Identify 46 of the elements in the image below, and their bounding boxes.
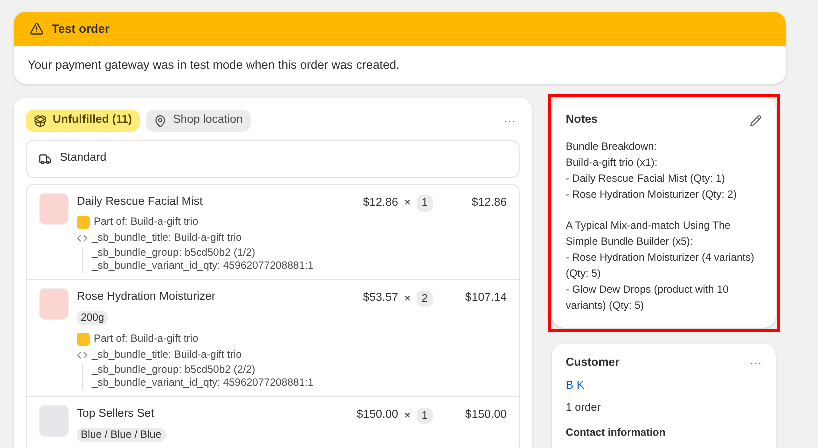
line-total: $12.86 [470, 196, 507, 211]
line-total: $150.00 [464, 408, 507, 424]
variant-badge: 200g [77, 311, 108, 326]
property-line: _sb_bundle_title: Build-a-gift trio [92, 349, 242, 362]
product-name[interactable]: Rose Hydration Moisturizer [77, 290, 313, 306]
property-line: _sb_bundle_group: b5cd50b2 (2/2) [92, 364, 256, 378]
banner-title: Test order [52, 21, 110, 38]
code-icon [77, 350, 88, 362]
status-badge: Unfulfilled (11) [26, 110, 140, 132]
edit-icon[interactable] [750, 114, 762, 127]
package-icon [34, 114, 47, 128]
bundle-parent: Part of: Build-a-gift trio [94, 333, 198, 346]
unit-price: $12.86 [363, 196, 398, 211]
times-sign: × [404, 196, 411, 212]
notes-text: Bundle Breakdown: Build-a-gift trio (x1): - Daily Rescue Facial Mist (Qty: 1) - Rose Hydration Moisturizer (Qty: 2) [566, 140, 738, 204]
truck-icon [39, 152, 52, 166]
quantity-badge: 1 [416, 195, 433, 212]
location-pin-icon [154, 114, 168, 128]
contact-section-title: Contact information [566, 426, 667, 441]
property-line: _sb_bundle_variant_id_qty: 45962077208881:1 [92, 377, 315, 390]
notes-text: A Typical Mix-and-match Using The Simple Bundle Builder (x5): - Rose Hydration Moisturizer (4 variants) (Qty: 5) - Glow Dew Drops (product with 10 variants) (Qty: 5) [566, 219, 756, 314]
more-actions-button[interactable]: ··· [750, 354, 762, 372]
bundle-parent: Part of: Build-a-gift trio [94, 216, 198, 230]
times-sign: × [404, 408, 411, 424]
times-sign: × [404, 292, 411, 307]
quantity-badge: 2 [416, 290, 433, 308]
quantity-badge: 1 [416, 408, 433, 424]
customer-name-link[interactable]: B K [566, 378, 762, 396]
unit-price: $150.00 [356, 408, 398, 424]
order-count: 1 order [566, 400, 602, 416]
variant-badge: Blue / Blue / Blue [77, 428, 166, 442]
property-line: _sb_bundle_group: b5cd50b2 (1/2) [92, 247, 256, 260]
product-name[interactable]: Top Sellers Set [77, 407, 313, 422]
location-badge: Shop location [146, 110, 251, 132]
customer-title: Customer [566, 356, 620, 371]
line-total: $107.14 [464, 291, 507, 306]
notes-title: Notes [566, 113, 598, 128]
product-name[interactable]: Daily Rescue Facial Mist [77, 195, 313, 210]
code-icon [77, 233, 88, 244]
warning-icon [30, 22, 44, 36]
banner-message: Your payment gateway was in test mode when this order was created. [28, 58, 400, 72]
shipping-method: Standard [60, 151, 107, 166]
property-line: _sb_bundle_title: Build-a-gift trio [92, 232, 242, 246]
unit-price: $53.57 [363, 291, 398, 306]
property-line: _sb_bundle_variant_id_qty: 45962077208881:1 [92, 260, 315, 274]
more-actions-button[interactable]: ··· [500, 112, 520, 130]
